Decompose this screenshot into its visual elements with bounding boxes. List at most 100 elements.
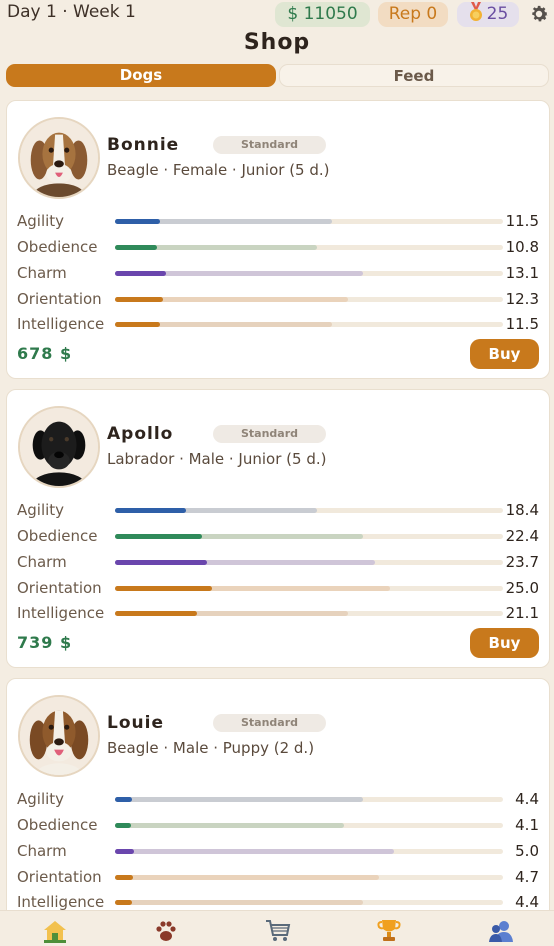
stat-bar-potential xyxy=(115,797,363,802)
home-icon xyxy=(44,921,66,943)
dog-card: Louie Standard Beagle · Male · Puppy (2 … xyxy=(6,678,550,910)
stat-row-intelligence: Intelligence 21.1 xyxy=(17,604,543,624)
stat-bar-fill xyxy=(115,823,131,828)
black-labrador-photo xyxy=(20,408,98,486)
tier-badge: Standard xyxy=(213,714,326,732)
stat-label: Orientation xyxy=(17,290,102,308)
stat-row-charm: Charm 13.1 xyxy=(17,264,543,284)
stat-bar-track xyxy=(115,508,503,513)
stat-bar-track xyxy=(115,534,503,539)
dog-photo xyxy=(18,695,100,777)
stat-bar-track xyxy=(115,560,503,565)
dog-list[interactable]: Bonnie Standard Beagle · Female · Junior… xyxy=(0,92,554,910)
dog-price: 678 $ xyxy=(17,344,73,363)
stat-bar-fill xyxy=(115,534,202,539)
dog-description: Beagle · Male · Puppy (2 d.) xyxy=(107,739,315,757)
stat-label: Charm xyxy=(17,842,67,860)
stat-value: 5.0 xyxy=(515,842,539,860)
stat-value: 13.1 xyxy=(505,264,539,282)
stat-bar-track xyxy=(115,823,503,828)
stat-bar-track xyxy=(115,271,503,276)
stat-bar-track xyxy=(115,322,503,327)
buy-button[interactable]: Buy xyxy=(470,339,539,369)
stat-value: 25.0 xyxy=(505,579,539,597)
cart-icon xyxy=(266,920,291,941)
stat-bar-fill xyxy=(115,322,160,327)
status-bar: Day 1 · Week 1 $ 11050 Rep 0 25 xyxy=(0,0,554,28)
buy-button[interactable]: Buy xyxy=(470,628,539,658)
stat-label: Agility xyxy=(17,501,65,519)
stat-bar-track xyxy=(115,297,503,302)
stat-label: Intelligence xyxy=(17,604,105,622)
stat-value: 23.7 xyxy=(505,553,539,571)
stat-bar-fill xyxy=(115,586,212,591)
stat-value: 10.8 xyxy=(505,238,539,256)
stat-bar-track xyxy=(115,900,503,905)
tab-feed[interactable]: Feed xyxy=(279,64,549,87)
stat-bar-fill xyxy=(115,245,157,250)
paw-icon xyxy=(156,921,176,941)
stat-row-intelligence: Intelligence 11.5 xyxy=(17,315,543,335)
stat-bar-track xyxy=(115,219,503,224)
stat-row-intelligence: Intelligence 4.4 xyxy=(17,893,543,910)
stat-bar-track xyxy=(115,797,503,802)
stat-bar-fill xyxy=(115,611,197,616)
gear-icon[interactable] xyxy=(528,3,550,25)
dog-card: Bonnie Standard Beagle · Female · Junior… xyxy=(6,100,550,379)
beagle-photo xyxy=(20,697,98,775)
stat-label: Obedience xyxy=(17,527,98,545)
stat-bar-track xyxy=(115,875,503,880)
stat-row-orientation: Orientation 12.3 xyxy=(17,290,543,310)
stat-value: 18.4 xyxy=(505,501,539,519)
stat-value: 4.1 xyxy=(515,816,539,834)
profile-icon xyxy=(489,921,513,942)
stat-row-agility: Agility 4.4 xyxy=(17,790,543,810)
stat-label: Obedience xyxy=(17,816,98,834)
dog-name: Louie xyxy=(107,713,164,733)
money-balance: $ 11050 xyxy=(275,2,370,27)
stat-bar-potential xyxy=(115,900,363,905)
stat-label: Agility xyxy=(17,212,65,230)
stat-label: Agility xyxy=(17,790,65,808)
stat-bar-fill xyxy=(115,219,160,224)
nav-profile[interactable] xyxy=(488,919,514,943)
stat-bar-fill xyxy=(115,797,132,802)
stat-row-agility: Agility 18.4 xyxy=(17,501,543,521)
stat-bar-potential xyxy=(115,849,394,854)
tier-badge: Standard xyxy=(213,136,326,154)
stat-label: Charm xyxy=(17,264,67,282)
dog-price: 739 $ xyxy=(17,633,73,652)
stat-value: 12.3 xyxy=(505,290,539,308)
dog-photo xyxy=(18,406,100,488)
nav-trophies[interactable] xyxy=(376,919,402,943)
stat-label: Intelligence xyxy=(17,893,105,910)
nav-home[interactable] xyxy=(42,919,68,943)
medal-count: 25 xyxy=(486,4,509,24)
stat-label: Obedience xyxy=(17,238,98,256)
nav-shop[interactable] xyxy=(265,919,291,943)
stat-label: Charm xyxy=(17,553,67,571)
dog-photo xyxy=(18,117,100,199)
stat-value: 11.5 xyxy=(505,315,539,333)
stat-row-obedience: Obedience 10.8 xyxy=(17,238,543,258)
tab-dogs[interactable]: Dogs xyxy=(6,64,276,87)
stat-row-agility: Agility 11.5 xyxy=(17,212,543,232)
stat-row-orientation: Orientation 4.7 xyxy=(17,868,543,888)
dog-name: Bonnie xyxy=(107,135,180,155)
stat-value: 11.5 xyxy=(505,212,539,230)
stat-value: 21.1 xyxy=(505,604,539,622)
stat-value: 4.4 xyxy=(515,790,539,808)
trophy-icon xyxy=(377,920,401,941)
stat-bar-fill xyxy=(115,271,166,276)
stat-value: 4.4 xyxy=(515,893,539,910)
stat-bar-fill xyxy=(115,508,186,513)
stat-row-orientation: Orientation 25.0 xyxy=(17,579,543,599)
stat-bar-track xyxy=(115,611,503,616)
bottom-nav xyxy=(0,910,554,946)
nav-dogs[interactable] xyxy=(153,919,179,943)
stat-label: Orientation xyxy=(17,579,102,597)
stat-label: Orientation xyxy=(17,868,102,886)
stat-row-charm: Charm 23.7 xyxy=(17,553,543,573)
tier-badge: Standard xyxy=(213,425,326,443)
stat-bar-fill xyxy=(115,900,132,905)
